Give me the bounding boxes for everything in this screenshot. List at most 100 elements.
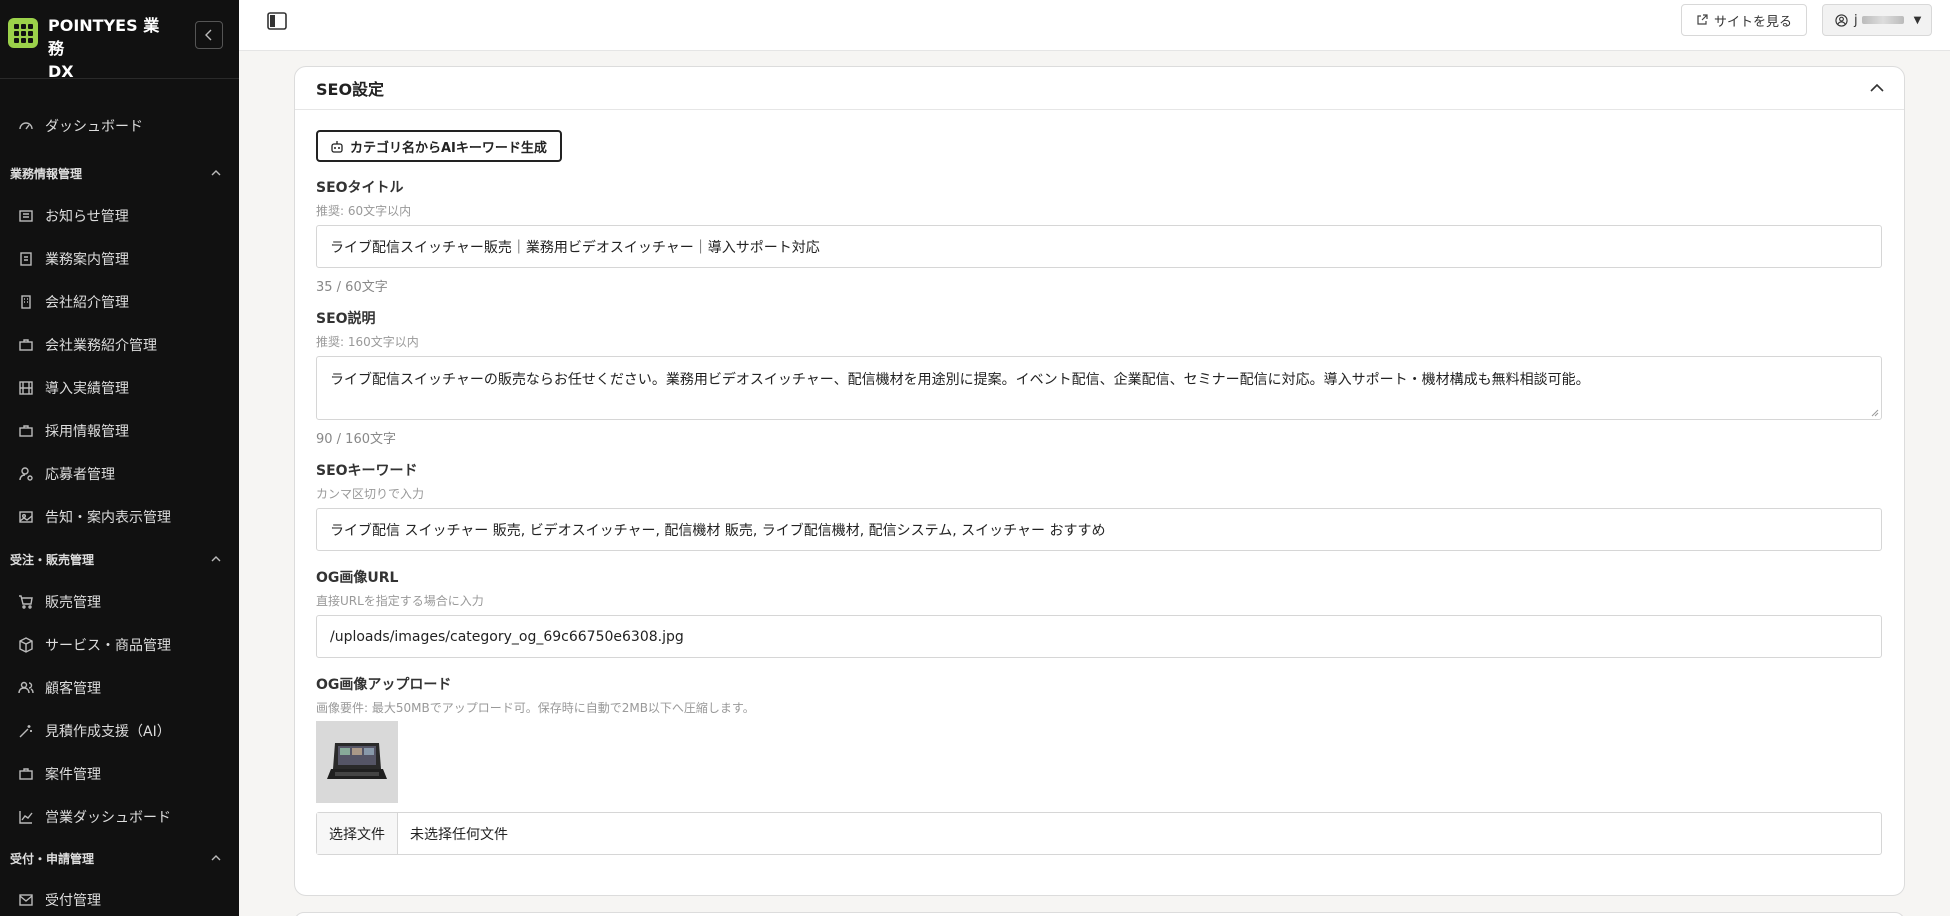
- gauge-icon: [18, 118, 34, 134]
- sidebar-item-label: 業務案内管理: [45, 251, 129, 268]
- building-icon: [18, 294, 34, 310]
- sidebar-item-recruit[interactable]: 採用情報管理: [0, 409, 239, 452]
- sidebar-item-customers[interactable]: 顧客管理: [0, 666, 239, 709]
- og-image-file-input[interactable]: 选择文件 未选择任何文件: [316, 812, 1882, 855]
- caret-down-icon: ▼: [1913, 14, 1922, 26]
- seo-keywords-hint: カンマ区切りで入力: [316, 487, 425, 501]
- user-menu-button[interactable]: j ▼: [1822, 4, 1932, 36]
- box-icon: [18, 636, 34, 653]
- seo-keywords-input[interactable]: ライブ配信 スイッチャー 販売, ビデオスイッチャー, 配信機材 販売, ライブ…: [316, 508, 1882, 551]
- sidebar-item-applicants[interactable]: 応募者管理: [0, 452, 239, 495]
- seo-settings-header[interactable]: SEO設定: [295, 67, 1904, 110]
- sidebar-item-label: 営業ダッシュボード: [45, 809, 171, 826]
- sidebar-collapse-button[interactable]: [195, 21, 223, 49]
- og-image-url-input[interactable]: /uploads/images/category_og_69c66750e630…: [316, 615, 1882, 658]
- view-site-button[interactable]: サイトを見る: [1681, 4, 1807, 36]
- briefcase-icon: [18, 766, 34, 782]
- og-image-url-value: /uploads/images/category_og_69c66750e630…: [330, 628, 684, 645]
- chevron-up-icon: [211, 855, 221, 861]
- image-icon: [18, 509, 34, 525]
- sidebar-item-business-guide[interactable]: 業務案内管理: [0, 237, 239, 280]
- film-icon: [18, 380, 34, 396]
- briefcase-icon: [18, 337, 34, 353]
- sidebar-section-sales[interactable]: 受注・販売管理: [0, 538, 239, 580]
- sidebar-item-label: 応募者管理: [45, 466, 115, 483]
- seo-title-label: SEOタイトル: [316, 180, 404, 196]
- sidebar-item-reception[interactable]: 受付管理: [0, 878, 239, 916]
- sidebar-section-business-info[interactable]: 業務情報管理: [0, 152, 239, 194]
- sidebar-item-label: 受付管理: [45, 892, 101, 909]
- sidebar-item-projects[interactable]: 案件管理: [0, 752, 239, 795]
- seo-description-textarea[interactable]: ライブ配信スイッチャーの販売ならお任せください。業務用ビデオスイッチャー、配信機…: [316, 356, 1882, 420]
- sidebar-item-news[interactable]: お知らせ管理: [0, 194, 239, 237]
- sidebar-item-label: 導入実績管理: [45, 380, 129, 397]
- seo-title-hint: 推奨: 60文字以内: [316, 204, 412, 218]
- sidebar-item-label: 会社紹介管理: [45, 294, 129, 311]
- sidebar-item-case-studies[interactable]: 導入実績管理: [0, 366, 239, 409]
- sidebar-toggle-icon: [267, 12, 287, 30]
- users-icon: [18, 680, 34, 696]
- sidebar-item-sales-management[interactable]: 販売管理: [0, 580, 239, 623]
- og-image-url-hint: 直接URLを指定する場合に入力: [316, 594, 484, 608]
- sidebar-section-reception[interactable]: 受付・申請管理: [0, 838, 239, 878]
- sidebar-item-label: 採用情報管理: [45, 423, 129, 440]
- resize-grip-icon[interactable]: [1871, 409, 1879, 417]
- magic-wand-icon: [18, 723, 34, 739]
- seo-description-counter: 90 / 160文字: [316, 432, 396, 447]
- toggle-sidebar-button[interactable]: [267, 12, 287, 30]
- seo-section-title: SEO設定: [316, 80, 385, 99]
- sidebar-item-label: 販売管理: [45, 594, 101, 611]
- brand-header: POINTYES 業務 DX: [0, 0, 239, 81]
- app-title-line2: DX: [48, 62, 74, 81]
- sidebar-item-notice-display[interactable]: 告知・案内表示管理: [0, 495, 239, 538]
- app-grid-logo-icon: [8, 18, 38, 48]
- og-image-upload-hint: 画像要件: 最大50MBでアップロード可。保存時に自動で2MB以下へ圧縮します。: [316, 701, 755, 715]
- sidebar-item-label: 案件管理: [45, 766, 101, 783]
- sidebar-item-products[interactable]: サービス・商品管理: [0, 623, 239, 666]
- view-site-label: サイトを見る: [1713, 14, 1792, 30]
- chevron-up-icon: [211, 170, 221, 176]
- sidebar-item-ai-estimate[interactable]: 見積作成支援（AI）: [0, 709, 239, 752]
- user-name-redacted: [1861, 16, 1904, 24]
- app-title-line1: POINTYES 業務: [48, 16, 160, 58]
- seo-title-value: ライブ配信スイッチャー販売｜業務用ビデオスイッチャー｜導入サポート対応: [330, 239, 820, 256]
- mail-icon: [18, 892, 34, 908]
- seo-title-input[interactable]: ライブ配信スイッチャー販売｜業務用ビデオスイッチャー｜導入サポート対応: [316, 225, 1882, 268]
- sidebar-item-sales-dashboard[interactable]: 営業ダッシュボード: [0, 795, 239, 838]
- chart-line-icon: [18, 809, 34, 825]
- sidebar: POINTYES 業務 DX ダッシュボード 業務情報管理 お知らせ管理 業務案…: [0, 0, 239, 916]
- briefcase-icon: [18, 423, 34, 439]
- choose-file-button[interactable]: 选择文件: [317, 813, 398, 854]
- sidebar-item-label: サービス・商品管理: [45, 637, 171, 654]
- sidebar-item-label: お知らせ管理: [45, 208, 129, 225]
- og-image-url-label: OG画像URL: [316, 570, 399, 586]
- seo-description-hint: 推奨: 160文字以内: [316, 335, 419, 349]
- user-cog-icon: [18, 466, 34, 482]
- chevron-left-icon: [205, 29, 212, 41]
- sidebar-item-label: 顧客管理: [45, 680, 101, 697]
- sidebar-item-label: 見積作成支援（AI）: [45, 723, 171, 740]
- sidebar-item-label: 会社業務紹介管理: [45, 337, 157, 354]
- external-link-icon: [1697, 14, 1708, 25]
- next-section-card: [294, 912, 1905, 916]
- seo-description-label: SEO説明: [316, 311, 376, 327]
- sidebar-item-dashboard[interactable]: ダッシュボード: [0, 111, 239, 141]
- sidebar-item-label: ダッシュボード: [45, 119, 143, 135]
- app-title: POINTYES 業務 DX: [48, 14, 173, 83]
- seo-keywords-value: ライブ配信 スイッチャー 販売, ビデオスイッチャー, 配信機材 販売, ライブ…: [330, 522, 1106, 539]
- og-image-thumbnail: [316, 721, 398, 803]
- seo-description-value: ライブ配信スイッチャーの販売ならお任せください。業務用ビデオスイッチャー、配信機…: [330, 372, 1590, 388]
- user-circle-icon: [1835, 13, 1848, 27]
- chevron-up-icon: [211, 556, 221, 562]
- ai-keyword-generate-button[interactable]: カテゴリ名からAIキーワード生成: [316, 130, 562, 162]
- sidebar-section-title: 受付・申請管理: [10, 851, 95, 866]
- video-switcher-image: [327, 743, 387, 779]
- user-name: j: [1854, 12, 1858, 28]
- topbar: サイトを見る j ▼: [239, 0, 1950, 51]
- chevron-up-icon[interactable]: [1870, 84, 1884, 92]
- sidebar-section-title: 受注・販売管理: [10, 552, 95, 567]
- sidebar-item-company-business[interactable]: 会社業務紹介管理: [0, 323, 239, 366]
- sidebar-item-company-intro[interactable]: 会社紹介管理: [0, 280, 239, 323]
- og-image-upload-label: OG画像アップロード: [316, 677, 452, 693]
- seo-keywords-label: SEOキーワード: [316, 463, 418, 479]
